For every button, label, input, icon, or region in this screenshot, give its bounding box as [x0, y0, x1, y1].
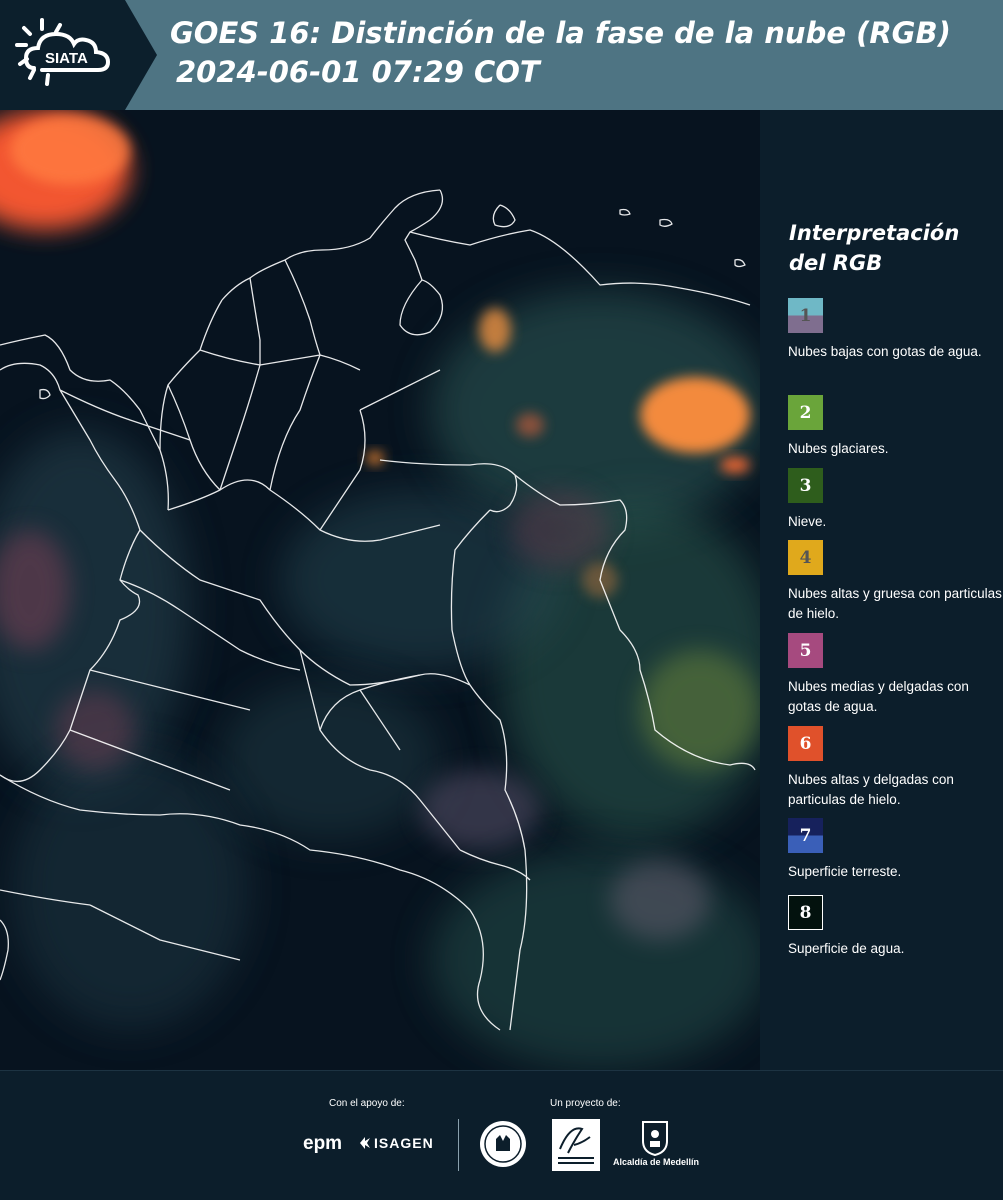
page: SIATA GOES 16: Distinción de la fase de … [0, 0, 1003, 1200]
epm-logo: epm [303, 1133, 343, 1154]
legend-swatch: 5 [788, 633, 823, 668]
footer-divider [458, 1119, 459, 1171]
legend-swatch: 8 [788, 895, 823, 930]
legend-label: Nubes glaciares. [788, 441, 889, 456]
legend-number: 2 [799, 402, 812, 423]
legend-item: 4 Nubes altas y gruesa con particulas de… [788, 540, 1003, 624]
legend-item: 1 Nubes bajas con gotas de agua. [788, 298, 1003, 362]
legend-number: 5 [799, 640, 812, 661]
legend-label: Nubes altas y delgadas con particulas de… [788, 772, 954, 807]
legend-item: 5 Nubes medias y delgadas con gotas de a… [788, 633, 1003, 717]
siata-logo-icon: SIATA [15, 18, 111, 86]
legend-number: 8 [799, 902, 812, 923]
legend-label: Nubes bajas con gotas de agua. [788, 344, 982, 359]
isagen-logo: ISAGEN [374, 1135, 434, 1151]
legend-swatch: 6 [788, 726, 823, 761]
legend-item: 6 Nubes altas y delgadas con particulas … [788, 726, 1003, 810]
legend-swatch: 2 [788, 395, 823, 430]
legend-label: Superficie terreste. [788, 864, 902, 879]
legend-panel: Interpretación del RGB 1 Nubes bajas con… [760, 110, 1003, 1070]
page-title: GOES 16: Distinción de la fase de la nub… [170, 16, 951, 50]
alcaldia-label: Alcaldía de Medellín [613, 1157, 700, 1167]
header-bar: SIATA GOES 16: Distinción de la fase de … [0, 0, 1003, 110]
satellite-map [0, 110, 760, 1070]
legend-number: 6 [799, 733, 812, 754]
legend-number: 7 [799, 825, 812, 846]
legend-label: Superficie de agua. [788, 941, 905, 956]
legend-swatch: 4 [788, 540, 823, 575]
legend-label: Nieve. [788, 514, 827, 529]
legend-item: 8 Superficie de agua. [788, 895, 1003, 959]
metropolitana-logo [552, 1119, 600, 1171]
page-timestamp: 2024-06-01 07:29 COT [176, 55, 540, 89]
legend-swatch: 1 [788, 298, 823, 333]
legend-number: 3 [799, 475, 812, 496]
legend-swatch: 7 [788, 818, 823, 853]
support-label: Con el apoyo de: [329, 1098, 405, 1109]
legend-item: 7 Superficie terreste. [788, 818, 1003, 882]
logo-arrow [125, 0, 157, 110]
legend-title: Interpretación del RGB [789, 221, 960, 275]
logo-text: SIATA [45, 50, 88, 67]
legend-swatch: 3 [788, 468, 823, 503]
footer: Con el apoyo de: Un proyecto de: epm ISA… [0, 1070, 1003, 1200]
project-label: Un proyecto de: [550, 1098, 621, 1109]
medellin-shield-icon [642, 1121, 668, 1157]
legend-number: 1 [799, 305, 812, 326]
isagen-mark-icon [360, 1137, 370, 1149]
legend-item: 3 Nieve. [788, 468, 1003, 532]
logo-block: SIATA [0, 0, 125, 110]
metropolitana-mark-icon [558, 1127, 594, 1164]
legend-number: 4 [799, 547, 812, 568]
legend-item: 2 Nubes glaciares. [788, 395, 1003, 459]
seal-icon [480, 1121, 526, 1167]
legend-label: Nubes medias y delgadas con gotas de agu… [788, 679, 969, 714]
legend-label: Nubes altas y gruesa con particulas de h… [788, 586, 1002, 621]
